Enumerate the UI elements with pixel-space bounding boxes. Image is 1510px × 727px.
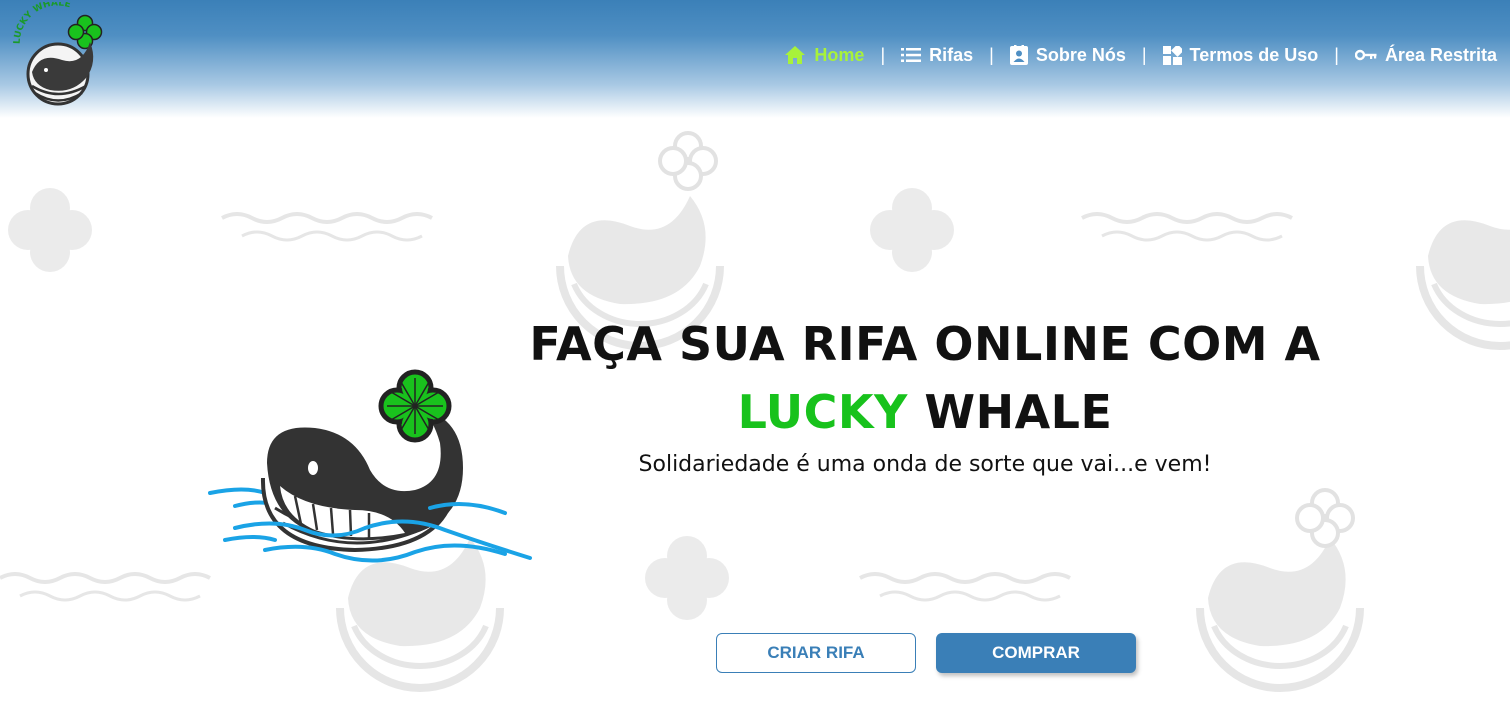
hero-title-line1: FAÇA SUA RIFA ONLINE COM A — [529, 317, 1321, 371]
nav-label: Área Restrita — [1384, 44, 1497, 65]
nav-separator: | — [1141, 44, 1147, 65]
nav-label: Home — [814, 44, 865, 65]
nav-item-area-restrita[interactable]: Área Restrita — [1354, 44, 1497, 66]
nav-item-rifas[interactable]: Rifas — [901, 45, 973, 66]
nav-item-home[interactable]: Home — [784, 45, 864, 66]
nav-label: Rifas — [929, 44, 974, 65]
svg-text:LUCKY WHALE: LUCKY WHALE — [13, 2, 72, 44]
nav-separator: | — [1334, 44, 1339, 65]
create-raffle-button[interactable]: CRIAR RIFA — [716, 633, 916, 673]
lucky-whale-logo[interactable]: LUCKY WHALE — [10, 2, 112, 106]
lucky-whale-illustration — [208, 369, 532, 563]
hero-title: FAÇA SUA RIFA ONLINE COM A LUCKY WHALE — [520, 310, 1330, 446]
nav-separator: | — [989, 44, 994, 65]
nav-separator: | — [880, 44, 886, 65]
hero-title-rest: WHALE — [924, 385, 1113, 439]
list-icon — [901, 48, 922, 62]
hero-title-line2: LUCKY WHALE — [520, 378, 1330, 446]
header-bar: LUCKY WHALE Home | Rifas | Sobre Nós | T… — [0, 0, 1510, 118]
hero-subtitle: Solidariedade é uma onda de sorte que va… — [638, 452, 1212, 477]
dashboard-icon — [1162, 45, 1182, 65]
nav-label: Termos de Uso — [1189, 44, 1319, 65]
home-icon — [785, 46, 806, 64]
buy-button[interactable]: COMPRAR — [936, 633, 1136, 673]
hero-title-accent: LUCKY — [737, 385, 908, 439]
key-icon — [1354, 49, 1377, 61]
contact-card-icon — [1009, 45, 1028, 65]
nav-item-termos-de-uso[interactable]: Termos de Uso — [1162, 44, 1319, 66]
nav-item-sobre-nos[interactable]: Sobre Nós — [1009, 44, 1126, 66]
main-nav: Home | Rifas | Sobre Nós | Termos de Uso… — [784, 42, 1497, 68]
nav-label: Sobre Nós — [1035, 44, 1126, 65]
